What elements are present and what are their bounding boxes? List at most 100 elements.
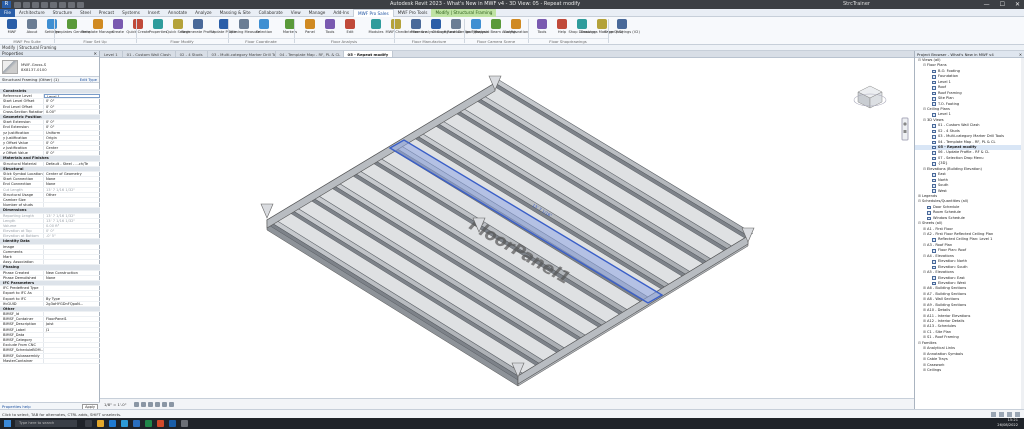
property-value[interactable]: 2g3aHYGDnFQpoN...: [44, 302, 100, 306]
property-value[interactable]: [44, 291, 100, 295]
ribbon-button-support-beam-analysis[interactable]: Support Beam Analysis: [475, 18, 517, 38]
property-value[interactable]: Center of Geometry: [44, 172, 100, 176]
sun-path-icon[interactable]: [148, 402, 153, 407]
open-icon[interactable]: [14, 1, 21, 8]
property-value[interactable]: [44, 255, 100, 259]
ribbon-button-panel[interactable]: Panel: [301, 18, 319, 38]
property-value[interactable]: FloorPanel1: [44, 317, 100, 321]
ribbon-button-update-profile[interactable]: Update Profile: [211, 18, 237, 38]
property-value[interactable]: By Type: [44, 297, 100, 301]
view-tab[interactable]: 01 - Custom Wall Clash: [123, 51, 176, 57]
edge-icon[interactable]: [109, 420, 116, 427]
ribbon-panel-label[interactable]: Floor Manufacture: [394, 38, 464, 44]
visual-style-icon[interactable]: [141, 402, 146, 407]
ribbon-button-help[interactable]: Help: [553, 18, 571, 38]
settings-icon[interactable]: [181, 420, 188, 427]
tab-collaborate[interactable]: Collaborate: [255, 9, 287, 17]
floor-panel-model[interactable]: FloorPanel1 13' 7 1/16": [100, 58, 914, 398]
user-name[interactable]: StrcTrainer: [843, 1, 870, 7]
property-value[interactable]: None: [44, 177, 100, 181]
revit-logo-icon[interactable]: R: [2, 1, 11, 8]
tab-massing-site[interactable]: Massing & Site: [216, 9, 255, 17]
property-value[interactable]: [44, 245, 100, 249]
crop-region-icon[interactable]: [162, 402, 167, 407]
property-value[interactable]: [44, 333, 100, 337]
ribbon-button-templates-generate[interactable]: Templates Generate: [54, 18, 90, 38]
property-value[interactable]: Other: [44, 193, 100, 197]
task-view-icon[interactable]: [85, 420, 92, 427]
ribbon-button-regenerate-profile[interactable]: Regenerate Profile: [181, 18, 215, 38]
measure-icon[interactable]: [59, 1, 66, 8]
text-icon[interactable]: [68, 1, 75, 8]
view-cube-icon[interactable]: [853, 85, 887, 109]
ribbon-button-modules[interactable]: Modules: [367, 18, 385, 38]
view-tab[interactable]: Level 1: [100, 51, 123, 57]
property-value[interactable]: Center: [44, 146, 100, 150]
property-value[interactable]: None: [44, 276, 100, 280]
ribbon-button-tools[interactable]: Tools: [321, 18, 339, 38]
detail-level-icon[interactable]: [134, 402, 139, 407]
ribbon-panel-label[interactable]: Floor Modify: [136, 38, 228, 44]
ribbon-panel-label[interactable]: Floor Shopdrawings: [528, 38, 608, 44]
ribbon-button-about[interactable]: About: [23, 18, 41, 38]
minimize-button[interactable]: —: [984, 1, 990, 8]
property-value[interactable]: [44, 250, 100, 254]
outlook-icon[interactable]: [121, 420, 128, 427]
property-value[interactable]: [44, 203, 100, 207]
property-value[interactable]: New Construction: [44, 271, 100, 275]
tab-steel[interactable]: Steel: [76, 9, 95, 17]
ribbon-button-configuration[interactable]: Configuration: [504, 18, 528, 38]
tab-view[interactable]: View: [287, 9, 305, 17]
tab-precast[interactable]: Precast: [95, 9, 118, 17]
tab-mwf-pro-sales[interactable]: MWF Pro Sales: [353, 8, 394, 17]
property-value[interactable]: Level 1: [44, 94, 100, 99]
property-value[interactable]: [44, 198, 100, 202]
ribbon-button-shop-drawings-v2-[interactable]: Shop Drawings (V2): [604, 18, 640, 38]
property-value[interactable]: [44, 348, 100, 352]
property-value[interactable]: Origin: [44, 136, 100, 140]
instance-filter[interactable]: Structural Framing (Other) (1): [2, 77, 59, 82]
property-value[interactable]: J1: [44, 328, 100, 332]
tab-analyze[interactable]: Analyze: [191, 9, 216, 17]
tab-modify-structural-framing[interactable]: Modify | Structural Framing: [431, 8, 497, 17]
ribbon-button-properties[interactable]: Properties: [149, 18, 167, 38]
ribbon-button-markers[interactable]: Markers: [281, 18, 299, 38]
ribbon-button-create[interactable]: Create: [109, 18, 127, 38]
property-value[interactable]: [44, 354, 100, 358]
ribbon-button-floor-analysis[interactable]: Floor Analysis: [464, 18, 488, 38]
view-tab[interactable]: 03 - Multi-category Marker Drill Tools: [208, 51, 276, 57]
property-value[interactable]: 0' 0": [44, 141, 100, 145]
ribbon-panel-label[interactable]: Floor Set Up: [54, 38, 136, 44]
property-value[interactable]: [44, 312, 100, 316]
tab-file[interactable]: File: [0, 8, 16, 17]
ribbon-panel-label[interactable]: MWF Pro Suite: [0, 38, 54, 44]
view-scale[interactable]: 1/8" = 1'-0": [104, 402, 126, 407]
ribbon-panel-label[interactable]: Floor Analysis: [294, 38, 394, 44]
selection-filter-icon[interactable]: [1007, 412, 1012, 417]
property-value[interactable]: 0' 0": [44, 125, 100, 129]
ribbon-button-quick-create[interactable]: Quick Create: [126, 18, 150, 38]
property-value[interactable]: Uniform: [44, 131, 100, 135]
close-button[interactable]: ✕: [1015, 1, 1020, 8]
property-value[interactable]: None: [44, 182, 100, 186]
maximize-button[interactable]: ☐: [1000, 1, 1005, 8]
3d-view-canvas[interactable]: FloorPanel1 13' 7 1/16": [100, 58, 914, 398]
file-explorer-icon[interactable]: [97, 420, 104, 427]
ribbon-button-quick-search[interactable]: Quick Search: [166, 18, 190, 38]
taskbar-search-field[interactable]: Type here to search: [15, 420, 77, 427]
tab-annotate[interactable]: Annotate: [164, 9, 191, 17]
ribbon-button-template-manager[interactable]: Template Manager: [81, 18, 115, 38]
print-icon[interactable]: [50, 1, 57, 8]
design-options-icon[interactable]: [999, 412, 1004, 417]
undo-icon[interactable]: [32, 1, 39, 8]
revit-taskbar-icon[interactable]: [169, 420, 176, 427]
property-value[interactable]: 0' 0": [44, 105, 100, 109]
property-value[interactable]: 0.00°: [44, 110, 100, 114]
ribbon-button-interference[interactable]: Interference: [405, 18, 427, 38]
ribbon-button-shop-drawings[interactable]: Shop Drawings: [569, 18, 596, 38]
tab-insert[interactable]: Insert: [144, 9, 164, 17]
redo-icon[interactable]: [41, 1, 48, 8]
powerpoint-icon[interactable]: [157, 420, 164, 427]
property-value[interactable]: [44, 338, 100, 342]
ribbon-button-floor-analysis-configuration[interactable]: Floor Analysis Configuration: [411, 18, 461, 38]
